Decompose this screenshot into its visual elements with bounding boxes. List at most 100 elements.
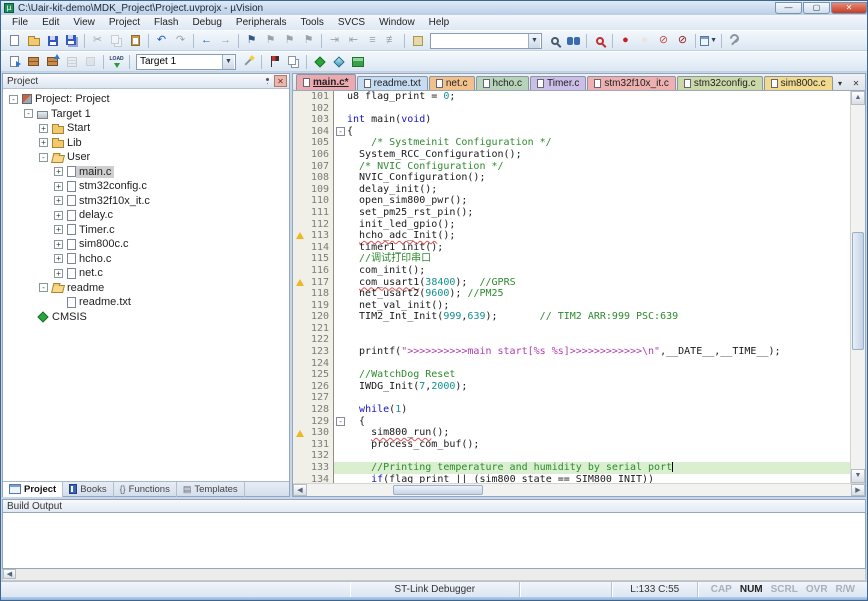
title-bar[interactable]: µ C:\Uair-kit-demo\MDK_Project\Project.u… <box>1 1 867 15</box>
code-line-text[interactable]: //Printing temperature and humidity by s… <box>347 462 850 474</box>
code-line-text[interactable]: delay_init(); <box>347 184 850 196</box>
search-input-field[interactable] <box>431 35 528 47</box>
workspace-tab-project[interactable]: Project <box>3 482 63 497</box>
document-tab-net-c[interactable]: net.c <box>429 76 475 90</box>
target-select-field[interactable] <box>137 56 222 68</box>
menu-debug[interactable]: Debug <box>185 16 228 29</box>
code-line-text[interactable]: net_val_init(); <box>347 300 850 312</box>
scroll-up-icon[interactable]: ▲ <box>851 91 865 105</box>
workspace-tab-books[interactable]: Books <box>63 482 113 497</box>
expander-icon[interactable]: + <box>54 196 63 205</box>
build-button[interactable] <box>24 53 43 71</box>
download-button[interactable] <box>107 53 126 71</box>
tree-item-delay-c[interactable]: +delay.c <box>3 208 289 223</box>
scroll-left-icon[interactable]: ◀ <box>293 484 307 496</box>
tree-item-stm32config-c[interactable]: +stm32config.c <box>3 179 289 194</box>
build-output-content[interactable] <box>2 513 866 569</box>
tree-item-target-1[interactable]: -Target 1 <box>3 107 289 122</box>
editor-vertical-scrollbar[interactable]: ▲ ▼ <box>850 91 865 483</box>
code-line-text[interactable] <box>347 334 850 346</box>
tree-item-user[interactable]: -User <box>3 150 289 165</box>
chevron-down-icon[interactable]: ▼ <box>528 34 540 48</box>
document-tab-stm32config-c[interactable]: stm32config.c <box>677 76 763 90</box>
editor-horizontal-scrollbar[interactable]: ◀ ▶ <box>293 483 865 496</box>
translate-button[interactable] <box>5 53 24 71</box>
tree-item-stm32f10x-it-c[interactable]: +stm32f10x_it.c <box>3 194 289 209</box>
options-for-target-button[interactable] <box>239 53 258 71</box>
enable-breakpoint-button[interactable]: ● <box>635 32 654 50</box>
scroll-right-icon[interactable]: ▶ <box>851 484 865 496</box>
code-line-text[interactable]: { <box>347 126 850 138</box>
expander-icon[interactable]: - <box>24 109 33 118</box>
code-line-text[interactable]: /* NVIC Configuration */ <box>347 161 850 173</box>
debug-windows-button[interactable]: ▼ <box>699 32 718 50</box>
code-line-text[interactable]: while(1) <box>347 404 850 416</box>
code-line-text[interactable]: int main(void) <box>347 114 850 126</box>
search-input[interactable]: ▼ <box>430 33 542 49</box>
paste-button[interactable] <box>126 32 145 50</box>
code-line-text[interactable]: init_led_gpio(); <box>347 219 850 231</box>
code-line-text[interactable]: NVIC_Configuration(); <box>347 172 850 184</box>
tree-item-project-project[interactable]: -Project: Project <box>3 92 289 107</box>
expander-icon[interactable]: + <box>54 167 63 176</box>
document-tab-readme-txt[interactable]: readme.txt <box>357 76 428 90</box>
menu-edit[interactable]: Edit <box>35 16 66 29</box>
code-line-text[interactable]: //调试打印串口 <box>347 253 850 265</box>
workspace-tab-functions[interactable]: {}Functions <box>114 482 177 497</box>
menu-peripherals[interactable]: Peripherals <box>229 16 294 29</box>
configure-button[interactable] <box>725 32 744 50</box>
save-button[interactable] <box>43 32 62 50</box>
code-line-text[interactable]: set_pm25_rst_pin(); <box>347 207 850 219</box>
tree-item-readme[interactable]: -readme <box>3 281 289 296</box>
pack-installer-button[interactable] <box>348 53 367 71</box>
menu-svcs[interactable]: SVCS <box>331 16 372 29</box>
toggle-breakpoint-button[interactable]: ● <box>616 32 635 50</box>
close-panel-button[interactable]: ✕ <box>274 75 287 87</box>
expander-icon[interactable]: + <box>54 254 63 263</box>
expander-icon[interactable]: + <box>54 225 63 234</box>
menu-view[interactable]: View <box>66 16 102 29</box>
code-line-text[interactable]: process_com_buf(); <box>347 439 850 451</box>
tree-item-start[interactable]: +Start <box>3 121 289 136</box>
menu-tools[interactable]: Tools <box>294 16 331 29</box>
document-tab-hcho-c[interactable]: hcho.c <box>476 76 529 90</box>
save-all-button[interactable] <box>62 32 81 50</box>
collapse-icon[interactable]: - <box>336 417 345 426</box>
tree-item-lib[interactable]: +Lib <box>3 136 289 151</box>
rebuild-button[interactable] <box>43 53 62 71</box>
manage-rte-button[interactable] <box>310 53 329 71</box>
expander-icon[interactable]: - <box>39 283 48 292</box>
insert-bookmark-button[interactable]: ⚑ <box>242 32 261 50</box>
code-line-text[interactable]: u8 flag_print = 0; <box>347 91 850 103</box>
code-line-text[interactable]: IWDG_Init(7,2000); <box>347 381 850 393</box>
code-line-text[interactable] <box>347 103 850 115</box>
code-line-text[interactable]: timer1_init(); <box>347 242 850 254</box>
code-line-text[interactable]: hcho_adc_Init(); <box>347 230 850 242</box>
new-file-button[interactable] <box>5 32 24 50</box>
code-line-text[interactable] <box>347 323 850 335</box>
chevron-down-icon[interactable]: ▼ <box>222 55 234 69</box>
menu-flash[interactable]: Flash <box>147 16 185 29</box>
menu-project[interactable]: Project <box>102 16 147 29</box>
menu-file[interactable]: File <box>5 16 35 29</box>
expander-icon[interactable]: + <box>54 269 63 278</box>
expander-icon[interactable]: + <box>54 182 63 191</box>
code-line-text[interactable] <box>347 450 850 462</box>
scroll-down-icon[interactable]: ▼ <box>851 469 865 483</box>
fold-marker[interactable]: - <box>334 126 347 138</box>
horizontal-scroll-thumb[interactable] <box>393 485 483 495</box>
incremental-find-button[interactable] <box>545 32 564 50</box>
close-document-button[interactable]: ✕ <box>850 79 862 88</box>
expander-icon[interactable]: + <box>54 211 63 220</box>
tree-item-net-c[interactable]: +net.c <box>3 266 289 281</box>
menu-window[interactable]: Window <box>372 16 422 29</box>
tree-item-timer-c[interactable]: +Timer.c <box>3 223 289 238</box>
tab-list-dropdown-button[interactable]: ▾ <box>834 79 846 88</box>
maximize-button[interactable]: ▢ <box>803 2 830 14</box>
find-in-files-button[interactable] <box>564 32 583 50</box>
collapse-icon[interactable]: - <box>336 127 345 136</box>
build-output-scrollbar[interactable]: ◀ <box>2 569 866 581</box>
code-line-text[interactable]: if(flag_print || (sim800_state == SIM800… <box>347 474 850 483</box>
undo-button[interactable]: ↶ <box>152 32 171 50</box>
kill-all-breakpoints-button[interactable]: ⊘ <box>673 32 692 50</box>
